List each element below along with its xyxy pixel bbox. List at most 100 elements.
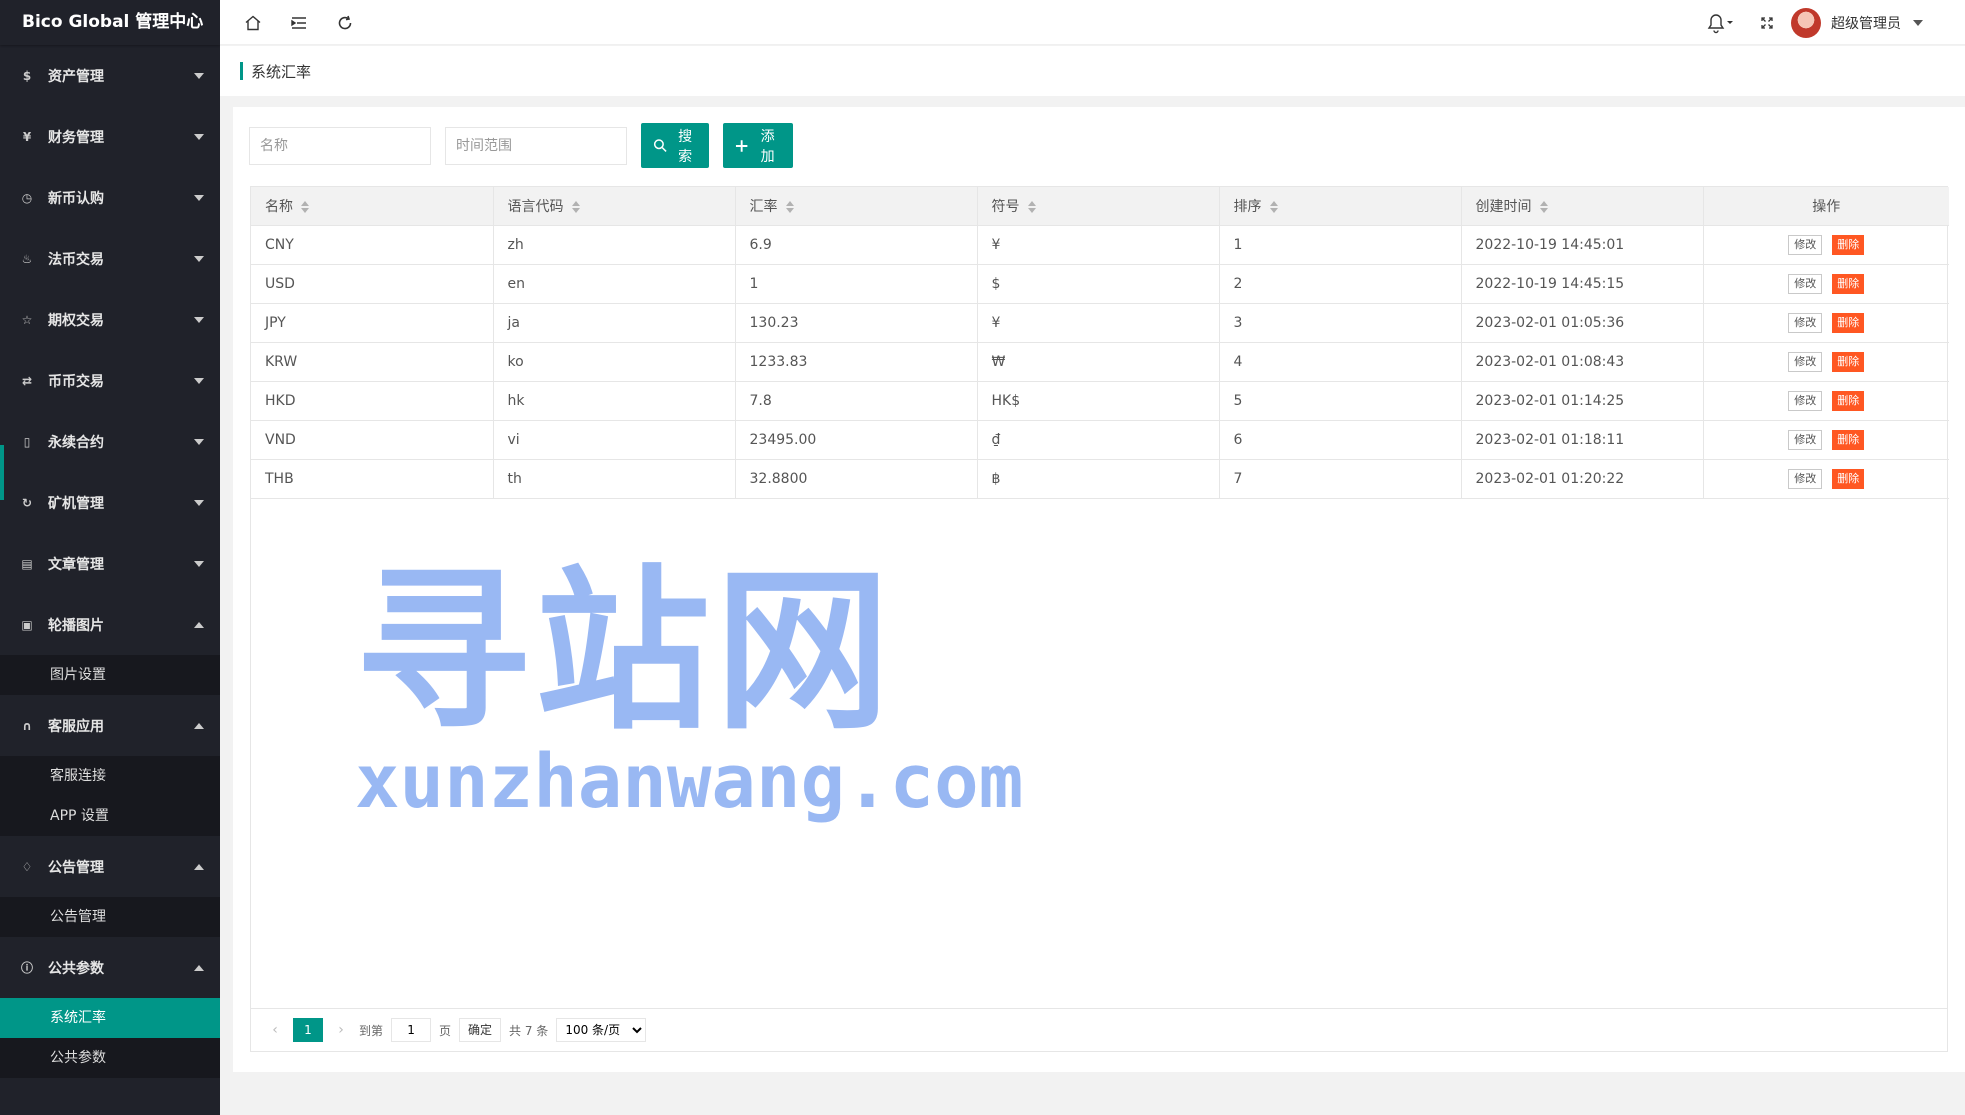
user-name[interactable]: 超级管理员 <box>1831 13 1901 33</box>
sidebar-group-3[interactable]: ♨ 法币交易 <box>0 228 220 289</box>
sidebar-group-label: 矿机管理 <box>48 495 104 512</box>
page-size-select[interactable]: 100 条/页 <box>556 1018 647 1042</box>
refresh-icon: ↻ <box>21 495 33 510</box>
app-logo[interactable]: Bico Global 管理中心 <box>0 0 220 45</box>
sidebar-group-label: 新币认购 <box>48 190 104 207</box>
chevron-down-icon <box>194 499 204 506</box>
sidebar-group-8[interactable]: ▤ 文章管理 <box>0 533 220 594</box>
column-header-label: 符号 <box>991 198 1020 215</box>
sidebar-subitem[interactable]: 公告管理 <box>0 897 220 937</box>
notification-bell-icon[interactable] <box>1704 12 1740 34</box>
search-icon <box>653 139 667 152</box>
sidebar-subitem[interactable]: 系统汇率 <box>0 998 220 1038</box>
fullscreen-icon[interactable] <box>1756 12 1778 34</box>
edit-button[interactable]: 修改 <box>1788 429 1823 450</box>
cell-created: 2023-02-01 01:20:22 <box>1461 459 1704 499</box>
sidebar-menu: $ 资产管理 ¥ 财务管理 ◷ 新币认购 ♨ 法币交易 ☆ 期权交易 ⇄ 币币交易 ▯ 永续合约 ↻ 矿机管理… <box>0 45 220 1078</box>
search-button[interactable]: 搜索 <box>641 123 709 168</box>
cell-lang: en <box>493 264 736 304</box>
total-count: 共 7 条 <box>509 1023 549 1038</box>
delete-button[interactable]: 删除 <box>1832 468 1865 489</box>
edit-button[interactable]: 修改 <box>1788 468 1823 489</box>
add-button[interactable]: 添加 <box>723 123 793 168</box>
edit-button[interactable]: 修改 <box>1788 312 1823 333</box>
cell-sort: 5 <box>1219 381 1462 421</box>
sidebar-group-10[interactable]: ∩ 客服应用 <box>0 695 220 756</box>
page-title: 系统汇率 <box>251 62 312 81</box>
sidebar-subitem[interactable]: 公共参数 <box>0 1038 220 1078</box>
name-filter-input[interactable] <box>249 127 431 165</box>
chevron-up-icon <box>194 964 204 971</box>
pagination: ‹ 1 › 到第 页 确定 共 7 条 100 条/页 <box>251 1008 1947 1051</box>
column-header[interactable]: 创建时间 <box>1461 187 1704 226</box>
cell-sort: 6 <box>1219 420 1462 460</box>
sidebar-group-6[interactable]: ▯ 永续合约 <box>0 411 220 472</box>
column-header[interactable]: 排序 <box>1219 187 1462 226</box>
refresh-icon[interactable] <box>334 12 356 34</box>
menu-fold-icon[interactable] <box>288 12 310 34</box>
delete-button[interactable]: 删除 <box>1832 390 1865 411</box>
edit-button[interactable]: 修改 <box>1788 351 1823 372</box>
sidebar-group-1[interactable]: ¥ 财务管理 <box>0 106 220 167</box>
goto-confirm-button[interactable]: 确定 <box>459 1018 502 1042</box>
table-row: KRW ko 1233.83 ₩4 2023-02-01 01:08:43 修改 删除 <box>251 342 1949 382</box>
cell-rate: 32.8800 <box>735 459 978 499</box>
current-page[interactable]: 1 <box>293 1018 323 1042</box>
next-page-icon[interactable]: › <box>331 1022 351 1038</box>
delete-button[interactable]: 删除 <box>1832 234 1865 255</box>
column-header[interactable]: 汇率 <box>735 187 978 226</box>
chevron-down-icon <box>194 377 204 384</box>
avatar[interactable] <box>1791 8 1821 38</box>
cell-sort: 1 <box>1219 225 1462 265</box>
sort-icon[interactable] <box>571 200 580 213</box>
sidebar-group-9[interactable]: ▣ 轮播图片 <box>0 594 220 655</box>
sort-icon[interactable] <box>1539 200 1548 213</box>
home-icon[interactable] <box>242 12 264 34</box>
cell-lang: th <box>493 459 736 499</box>
sidebar-group-5[interactable]: ⇄ 币币交易 <box>0 350 220 411</box>
delete-button[interactable]: 删除 <box>1832 312 1865 333</box>
delete-button[interactable]: 删除 <box>1832 351 1865 372</box>
sidebar-group-label: 法币交易 <box>48 251 104 268</box>
cell-lang: ko <box>493 342 736 382</box>
cell-symbol: HK$ <box>977 381 1220 421</box>
time-range-input[interactable] <box>445 127 627 165</box>
search-toolbar: 搜索 添加 <box>249 123 793 168</box>
sidebar-group-7[interactable]: ↻ 矿机管理 <box>0 472 220 533</box>
delete-button[interactable]: 删除 <box>1832 273 1865 294</box>
sort-icon[interactable] <box>1027 200 1036 213</box>
prev-page-icon[interactable]: ‹ <box>265 1022 285 1038</box>
column-header[interactable]: 语言代码 <box>493 187 736 226</box>
cell-actions: 修改 删除 <box>1703 225 1949 265</box>
edit-button[interactable]: 修改 <box>1788 234 1823 255</box>
sidebar-subitem[interactable]: APP 设置 <box>0 796 220 836</box>
cell-actions: 修改 删除 <box>1703 264 1949 304</box>
chevron-down-icon[interactable] <box>1913 20 1923 26</box>
column-header[interactable]: 符号 <box>977 187 1220 226</box>
sidebar-group-4[interactable]: ☆ 期权交易 <box>0 289 220 350</box>
cell-rate: 6.9 <box>735 225 978 265</box>
sidebar-group-11[interactable]: ♢ 公告管理 <box>0 836 220 897</box>
sort-icon[interactable] <box>301 200 309 213</box>
goto-page-input[interactable] <box>391 1018 432 1042</box>
sidebar-group-2[interactable]: ◷ 新币认购 <box>0 167 220 228</box>
delete-button[interactable]: 删除 <box>1832 429 1865 450</box>
edit-button[interactable]: 修改 <box>1788 273 1823 294</box>
sidebar-group-12[interactable]: ⓘ 公共参数 <box>0 937 220 998</box>
table-row: HKD hk 7.8 HK$ 5 2023-02-01 01:14:25 修改 删除 <box>251 381 1949 421</box>
sidebar-group-label: 永续合约 <box>48 434 104 451</box>
rates-table-container: 名称 语言代码 汇率 符号 排序 创建时间 操作 CNY zh 6.9 ¥1 2022-10-19 … <box>250 186 1949 1052</box>
edit-button[interactable]: 修改 <box>1788 390 1823 411</box>
sidebar-subitem[interactable]: 客服连接 <box>0 756 220 796</box>
sidebar-subitem[interactable]: 图片设置 <box>0 655 220 695</box>
cell-symbol: ¥ <box>977 303 1220 343</box>
sort-icon[interactable] <box>1269 200 1278 213</box>
table-row: CNY zh 6.9 ¥1 2022-10-19 14:45:01 修改 删除 <box>251 225 1949 265</box>
fire-icon: ♨ <box>21 251 33 266</box>
sidebar-group-0[interactable]: $ 资产管理 <box>0 45 220 106</box>
sort-icon[interactable] <box>785 200 794 213</box>
column-header[interactable]: 名称 <box>251 187 494 226</box>
cell-name: USD <box>251 264 494 304</box>
user-menu[interactable]: 超级管理员 <box>1791 8 1923 38</box>
cell-actions: 修改 删除 <box>1703 342 1949 382</box>
